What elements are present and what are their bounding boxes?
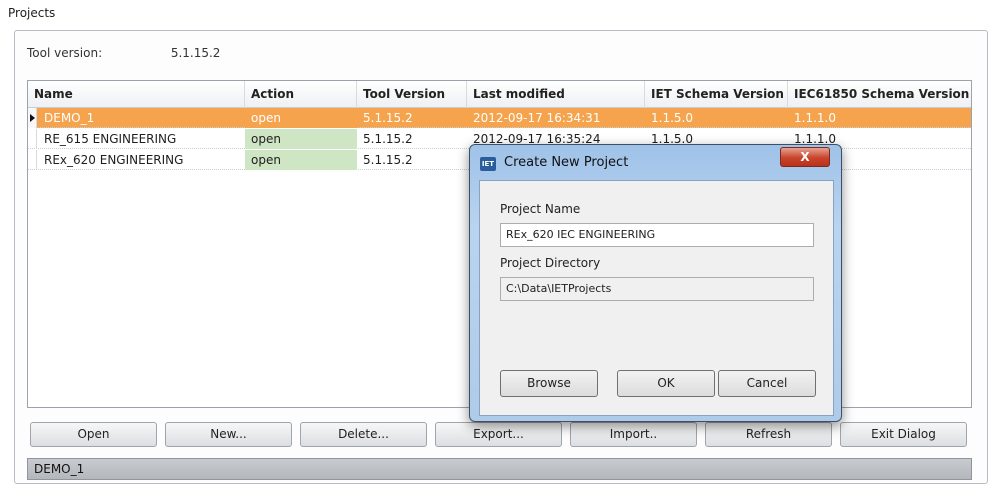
cell-iet-schema: 1.1.5.0 [651,111,693,125]
tool-version-value: 5.1.15.2 [170,46,221,60]
column-header-tool-version[interactable]: Tool Version [357,81,467,108]
tool-version-label: Tool version: [27,46,103,60]
ok-button[interactable]: OK [617,370,715,397]
open-button[interactable]: Open [30,422,157,447]
column-header-last-modified[interactable]: Last modified [467,81,645,108]
cell-tool-version: 5.1.15.2 [363,132,413,146]
cell-iec-schema: 1.1.1.0 [794,111,836,125]
cell-last-modified: 2012-09-17 16:34:31 [473,111,601,125]
browse-button[interactable]: Browse [500,370,598,397]
new-button[interactable]: New... [165,422,292,447]
cell-name: DEMO_1 [44,111,95,125]
cell-action[interactable]: open [245,129,357,149]
project-name-label: Project Name [500,202,581,216]
create-project-dialog: IET Create New Project X Project Name RE… [469,144,842,422]
row-indicator [28,150,37,170]
cell-name: RE_615 ENGINEERING [44,132,177,146]
cell-tool-version: 5.1.15.2 [363,153,413,167]
status-bar: DEMO_1 [27,458,972,480]
projects-window: Projects Tool version: 5.1.15.2 Name Act… [0,0,990,489]
cell-action[interactable]: open [245,150,357,170]
current-row-arrow-icon [30,114,35,122]
dialog-title: Create New Project [504,155,629,170]
project-directory-field[interactable]: C:\Data\IETProjects [500,277,814,301]
import-button[interactable]: Import.. [570,422,697,447]
column-header-iet-schema[interactable]: IET Schema Version [645,81,788,108]
column-header-name[interactable]: Name [28,81,245,108]
delete-button[interactable]: Delete... [300,422,427,447]
column-header-action[interactable]: Action [245,81,357,108]
column-header-iec-schema[interactable]: IEC61850 Schema Version [788,81,971,108]
refresh-button[interactable]: Refresh [705,422,832,447]
cell-action[interactable]: open [245,108,357,128]
project-directory-label: Project Directory [500,256,601,270]
window-title: Projects [8,6,56,20]
project-name-input[interactable]: REx_620 IEC ENGINEERING [500,223,814,247]
tool-version-row: Tool version: 5.1.15.2 [27,46,220,60]
export-button[interactable]: Export... [435,422,562,447]
cell-name: REx_620 ENGINEERING [44,153,184,167]
row-indicator [28,108,37,128]
row-indicator [28,129,37,149]
close-button[interactable]: X [780,147,830,167]
app-icon: IET [480,157,496,171]
exit-dialog-button[interactable]: Exit Dialog [840,422,967,447]
cell-tool-version: 5.1.15.2 [363,111,413,125]
cancel-button[interactable]: Cancel [718,370,816,397]
grid-header: Name Action Tool Version Last modified I… [28,81,971,108]
table-row[interactable]: DEMO_1 open 5.1.15.2 2012-09-17 16:34:31… [28,108,971,128]
